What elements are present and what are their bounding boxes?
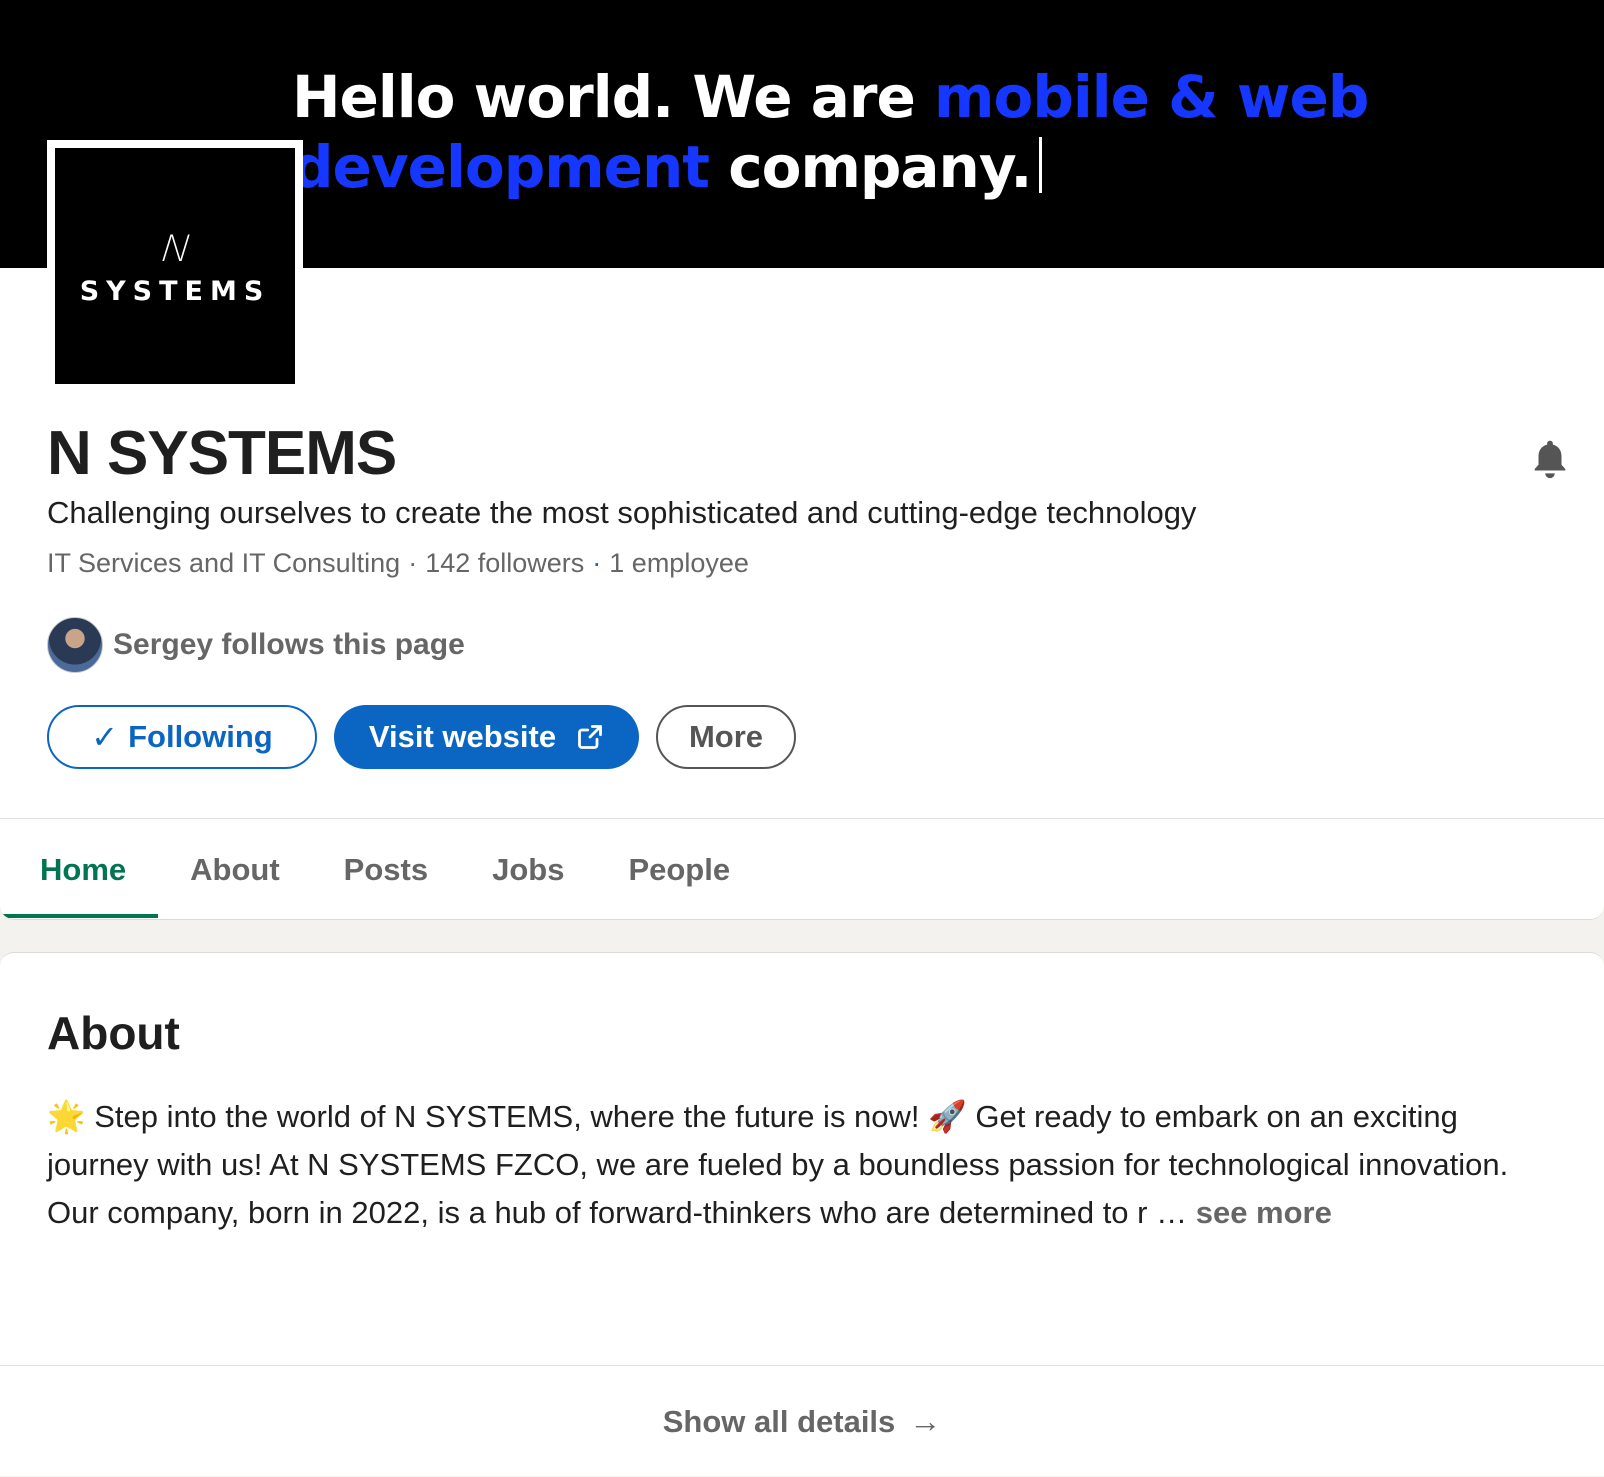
tab-about[interactable]: About bbox=[158, 819, 312, 919]
about-title: About bbox=[47, 1007, 180, 1059]
tab-jobs[interactable]: Jobs bbox=[460, 819, 596, 919]
about-description: 🌟 Step into the world of N SYSTEMS, wher… bbox=[47, 1093, 1537, 1237]
following-button[interactable]: ✓ Following bbox=[47, 705, 317, 769]
logo-mark: /\/ bbox=[161, 228, 190, 266]
logo-image: /\/ SYSTEMS bbox=[55, 148, 295, 384]
company-meta: IT Services and IT Consulting · 142 follow… bbox=[47, 548, 749, 579]
meta-separator-link: · bbox=[592, 548, 602, 578]
tab-people[interactable]: People bbox=[596, 819, 762, 919]
banner-text-accent-1: mobile & web bbox=[934, 63, 1369, 131]
company-header-card: Hello world. We are mobile & web develop… bbox=[0, 0, 1604, 920]
tab-home[interactable]: Home bbox=[0, 819, 159, 919]
tab-posts[interactable]: Posts bbox=[312, 819, 460, 919]
company-name: N SYSTEMS bbox=[47, 419, 397, 488]
mutual-follower: Sergey follows this page bbox=[47, 617, 465, 673]
company-logo[interactable]: /\/ SYSTEMS bbox=[47, 140, 303, 392]
followers-count: 142 followers bbox=[425, 548, 585, 578]
visit-website-button[interactable]: Visit website bbox=[334, 705, 639, 769]
avatar[interactable] bbox=[47, 617, 103, 673]
show-all-label: Show all details bbox=[662, 1403, 896, 1439]
banner-text-white-2: company. bbox=[709, 133, 1032, 201]
about-card: About 🌟 Step into the world of N SYSTEMS… bbox=[0, 952, 1604, 1476]
more-button[interactable]: More bbox=[656, 705, 796, 769]
company-tagline: Challenging ourselves to create the most… bbox=[47, 495, 1197, 530]
action-buttons: ✓ Following Visit website More bbox=[47, 705, 796, 769]
see-more-link[interactable]: see more bbox=[1196, 1195, 1332, 1230]
page-tabs: Home About Posts Jobs People bbox=[0, 819, 762, 919]
follower-note: Sergey follows this page bbox=[113, 628, 465, 661]
employees-link[interactable]: 1 employee bbox=[609, 548, 749, 578]
show-all-details-button[interactable]: Show all details → bbox=[0, 1366, 1604, 1477]
check-icon: ✓ bbox=[91, 719, 119, 755]
banner-text-white-1: Hello world. We are bbox=[292, 63, 935, 131]
arrow-right-icon: → bbox=[909, 1403, 942, 1439]
external-link-icon bbox=[578, 725, 603, 749]
following-label: Following bbox=[128, 719, 273, 754]
banner-text-accent-2: development bbox=[292, 133, 710, 201]
text-cursor bbox=[1039, 137, 1043, 193]
logo-wordmark: SYSTEMS bbox=[79, 276, 271, 307]
meta-separator: · bbox=[408, 548, 418, 578]
bell-icon[interactable] bbox=[1527, 436, 1573, 482]
visit-website-label: Visit website bbox=[368, 719, 557, 754]
banner-headline: Hello world. We are mobile & web develop… bbox=[292, 62, 1432, 202]
industry-label: IT Services and IT Consulting bbox=[47, 548, 401, 578]
